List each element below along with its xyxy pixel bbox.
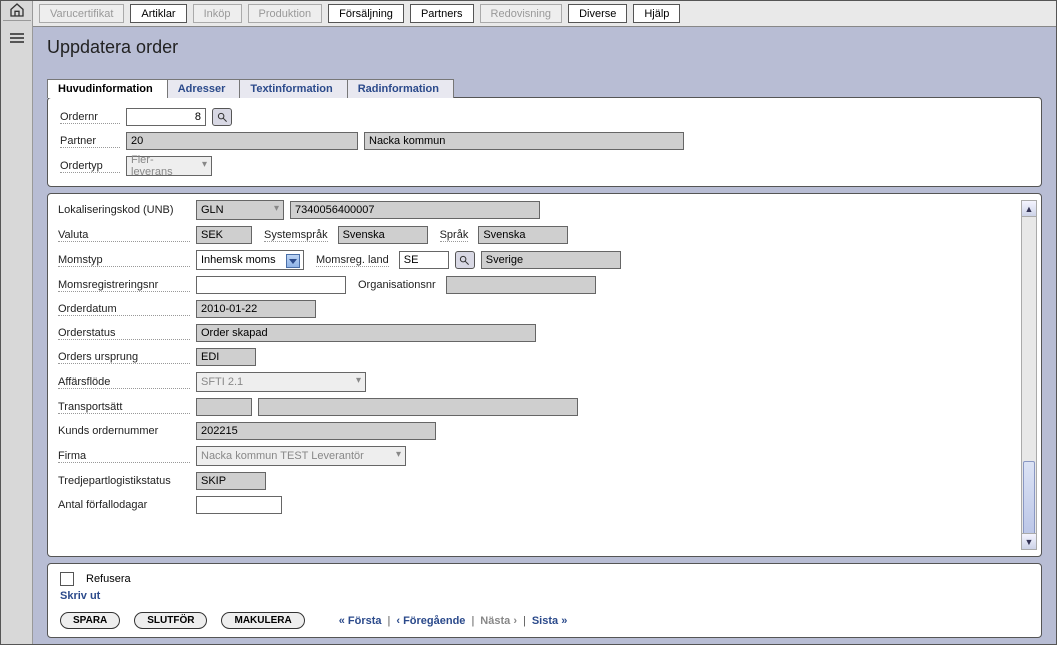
- firma-select: Nacka kommun TEST Leverantör: [196, 446, 406, 466]
- pager-prev[interactable]: ‹ Föregående: [396, 615, 465, 627]
- scroll-up-icon[interactable]: ▲: [1022, 201, 1036, 217]
- top-nav: Varucertifikat Artiklar Inköp Produktion…: [33, 1, 1056, 27]
- tab-textinformation[interactable]: Textinformation: [239, 79, 347, 98]
- nav-varucertifikat: Varucertifikat: [39, 4, 124, 23]
- ordernr-label: Ordernr: [60, 111, 120, 124]
- transportsatt-code: [196, 398, 252, 416]
- affarsflode-select: SFTI 2.1: [196, 372, 366, 392]
- nav-artiklar[interactable]: Artiklar: [130, 4, 186, 23]
- affarsflode-label: Affärsflöde: [58, 376, 190, 389]
- lokkod-label: Lokaliseringskod (UNB): [58, 204, 190, 216]
- lokkod-value: 7340056400007: [290, 201, 540, 219]
- tab-adresser[interactable]: Adresser: [167, 79, 241, 98]
- partner-name: Nacka kommun: [364, 132, 684, 150]
- scrollbar[interactable]: ▲ ▼: [1021, 200, 1037, 550]
- ordertyp-label: Ordertyp: [60, 160, 120, 173]
- ordernr-lookup-button[interactable]: [212, 108, 232, 126]
- orderstatus-value: Order skapad: [196, 324, 536, 342]
- orderdatum-label: Orderdatum: [58, 303, 190, 316]
- pager-first[interactable]: « Första: [339, 615, 382, 627]
- momsregnr-label: Momsregistreringsnr: [58, 279, 190, 292]
- tab-huvudinformation[interactable]: Huvudinformation: [47, 79, 168, 98]
- partner-label: Partner: [60, 135, 120, 148]
- page-title: Uppdatera order: [47, 37, 1042, 58]
- sprak-value: Svenska: [478, 226, 568, 244]
- nav-redovisning: Redovisning: [480, 4, 563, 23]
- magnifier-icon: [217, 112, 228, 123]
- makulera-button[interactable]: MAKULERA: [221, 612, 304, 629]
- ordernr-input[interactable]: 8: [126, 108, 206, 126]
- skrivut-link[interactable]: Skriv ut: [60, 590, 100, 602]
- tab-radinformation[interactable]: Radinformation: [347, 79, 454, 98]
- forfallo-label: Antal förfallodagar: [58, 499, 190, 511]
- pager-next[interactable]: Nästa ›: [480, 615, 517, 627]
- orgnr-label: Organisationsnr: [358, 279, 436, 291]
- momsregland-lookup-button[interactable]: [455, 251, 475, 269]
- nav-partners[interactable]: Partners: [410, 4, 474, 23]
- transportsatt-label: Transportsätt: [58, 401, 190, 414]
- firma-label: Firma: [58, 450, 190, 463]
- nav-diverse[interactable]: Diverse: [568, 4, 627, 23]
- momsregland-name: Sverige: [481, 251, 621, 269]
- tpl-value: SKIP: [196, 472, 266, 490]
- left-gutter: [1, 1, 33, 644]
- momsregland-code-input[interactable]: SE: [399, 251, 449, 269]
- transportsatt-name: [258, 398, 578, 416]
- tabstrip: Huvudinformation Adresser Textinformatio…: [47, 76, 1042, 98]
- orderdatum-value: 2010-01-22: [196, 300, 316, 318]
- systemsprak-value: Svenska: [338, 226, 428, 244]
- valuta-value: SEK: [196, 226, 252, 244]
- kundorder-value: 202215: [196, 422, 436, 440]
- home-icon[interactable]: [3, 3, 31, 21]
- sprak-label: Språk: [440, 229, 469, 242]
- momsregnr-input[interactable]: [196, 276, 346, 294]
- ursprung-value: EDI: [196, 348, 256, 366]
- nav-hjalp[interactable]: Hjälp: [633, 4, 680, 23]
- lokkod-type-select[interactable]: GLN: [196, 200, 284, 220]
- tpl-label: Tredjepartlogistikstatus: [58, 475, 190, 487]
- nav-forsaljning[interactable]: Försäljning: [328, 4, 404, 23]
- momstyp-select[interactable]: Inhemsk moms: [196, 250, 304, 270]
- systemsprak-label: Systemspråk: [264, 229, 328, 242]
- refusera-checkbox[interactable]: [60, 572, 74, 586]
- forfallo-input[interactable]: [196, 496, 282, 514]
- momsregland-label: Momsreg. land: [316, 254, 389, 267]
- ordertyp-select: Fler-leverans: [126, 156, 212, 176]
- momstyp-label: Momstyp: [58, 254, 190, 267]
- valuta-label: Valuta: [58, 229, 190, 242]
- spara-button[interactable]: SPARA: [60, 612, 120, 629]
- slutfor-button[interactable]: SLUTFÖR: [134, 612, 207, 629]
- partner-code: 20: [126, 132, 358, 150]
- details-panel: Lokaliseringskod (UNB) GLN 7340056400007…: [47, 193, 1042, 557]
- pager-last[interactable]: Sista »: [532, 615, 567, 627]
- header-panel: Ordernr 8 Partner 20 Nacka kommun Ordert…: [47, 97, 1042, 187]
- refusera-label: Refusera: [86, 573, 131, 585]
- scroll-thumb[interactable]: [1023, 461, 1035, 541]
- kundorder-label: Kunds ordernummer: [58, 425, 190, 437]
- menu-icon[interactable]: [10, 33, 24, 43]
- magnifier-icon: [459, 255, 470, 266]
- nav-produktion: Produktion: [248, 4, 323, 23]
- orgnr-value: [446, 276, 596, 294]
- ursprung-label: Orders ursprung: [58, 351, 190, 364]
- orderstatus-label: Orderstatus: [58, 327, 190, 340]
- nav-inkop: Inköp: [193, 4, 242, 23]
- scroll-down-icon[interactable]: ▼: [1022, 533, 1036, 549]
- footer-panel: Refusera Skriv ut SPARA SLUTFÖR MAKULERA…: [47, 563, 1042, 638]
